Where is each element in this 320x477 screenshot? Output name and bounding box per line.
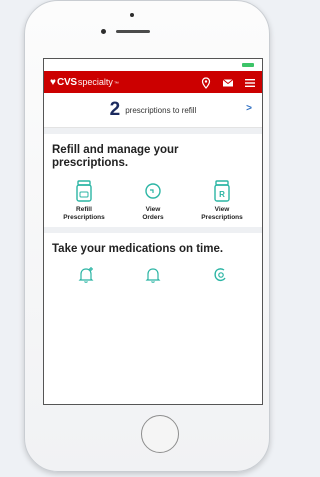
brand-name: CVS [56, 76, 77, 88]
menu-icon[interactable] [244, 76, 256, 88]
section-title: Refill and manage your prescriptions. [52, 144, 179, 169]
bell-icon[interactable] [144, 266, 162, 284]
prescription-icon: R [214, 180, 230, 202]
chevron-right-icon[interactable]: > [246, 103, 252, 114]
cvs-specialty-logo[interactable]: ♥ CVS specialty ™ [50, 77, 119, 88]
refresh-icon[interactable] [211, 266, 229, 284]
home-button[interactable] [141, 415, 179, 453]
heart-icon: ♥ [50, 76, 56, 88]
earpiece-speaker [116, 30, 150, 33]
status-bar [44, 59, 262, 71]
view-orders-button[interactable]: View Orders [121, 180, 185, 221]
sensor-dot [130, 13, 134, 17]
action-label: View Orders [142, 206, 164, 221]
brand-sub: specialty [77, 76, 113, 87]
front-camera [101, 29, 106, 34]
battery-icon [242, 63, 254, 67]
svg-text:R: R [219, 190, 225, 199]
prescriptions-to-refill-banner[interactable]: 2 prescriptions to refill > [44, 93, 262, 128]
pill-bottle-icon [76, 180, 92, 202]
add-reminder-bell-icon[interactable] [77, 266, 95, 284]
trademark-mark: ™ [113, 80, 119, 87]
mail-icon[interactable] [222, 76, 234, 88]
refill-count: 2 [109, 99, 121, 120]
refill-prescriptions-button[interactable]: Refill Prescriptions [52, 180, 116, 221]
action-label: View Prescriptions [201, 206, 243, 221]
location-icon[interactable] [200, 76, 212, 89]
view-prescriptions-button[interactable]: R View Prescriptions [190, 180, 254, 221]
orders-icon [145, 183, 161, 199]
phone-frame: ♥ CVS specialty ™ 2 prescriptions to ref… [24, 0, 270, 472]
top-nav-bar: ♥ CVS specialty ™ [44, 71, 262, 93]
section-title: Take your medications on time. [52, 243, 224, 255]
app-screen: ♥ CVS specialty ™ 2 prescriptions to ref… [43, 58, 263, 405]
action-label: Refill Prescriptions [63, 206, 105, 221]
refill-text: prescriptions to refill [125, 105, 197, 115]
medications-section: Take your medications on time. [44, 233, 262, 290]
manage-prescriptions-section: Refill and manage your prescriptions. Re… [44, 134, 262, 227]
